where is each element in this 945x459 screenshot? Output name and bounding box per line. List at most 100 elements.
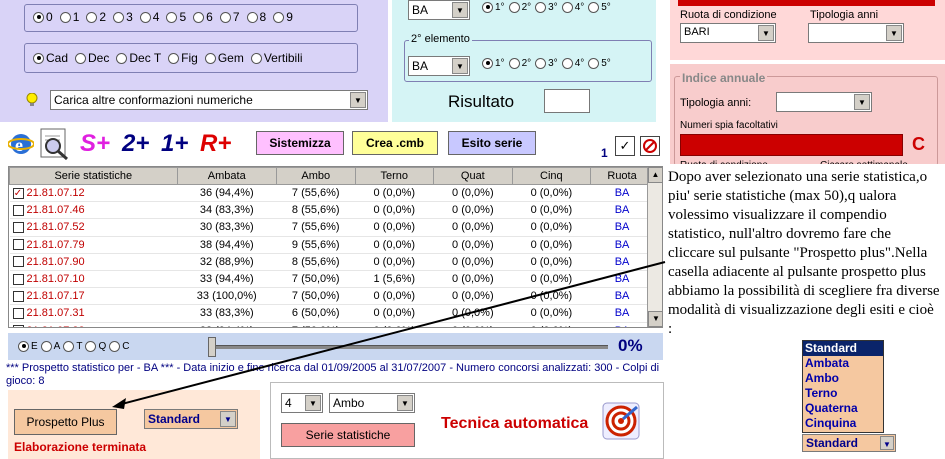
uncheck-all-icon[interactable] [640,136,660,156]
column-header[interactable]: Cinq [511,167,592,185]
type-radio[interactable] [204,52,216,64]
search-document-icon[interactable] [38,128,72,163]
digit-radio[interactable] [219,11,231,23]
digit-radio[interactable] [193,11,205,23]
two-plus-button[interactable]: 2+ [122,130,149,158]
second-position-radio[interactable] [508,57,520,69]
mode-option[interactable]: Terno [803,386,883,401]
r-plus-button[interactable]: R+ [200,130,231,158]
table-row[interactable]: ✓ 21.81.07.12 36 (94,4%) 7 (55,6%) 0 (0,0%) 0… [9,184,654,203]
digit-radio[interactable] [139,11,151,23]
chevron-down-icon[interactable]: ▼ [350,92,366,108]
digit-radio[interactable] [273,11,285,23]
second-position-radio[interactable] [482,57,493,69]
column-header[interactable]: Quat [433,167,513,185]
type-radio[interactable] [33,52,44,64]
chevron-down-icon[interactable]: ▼ [880,436,894,450]
mode-option[interactable]: Ambata [803,356,883,371]
row-checkbox[interactable] [12,256,24,268]
digit-radio[interactable] [246,11,258,23]
second-position-radio[interactable] [535,57,547,69]
target-icon[interactable] [601,401,641,444]
spia-field[interactable] [680,134,903,156]
first-ruota-select[interactable]: BA ▼ [408,0,470,20]
type-radio[interactable] [116,52,128,64]
risultato-field[interactable] [544,89,590,113]
row-checkbox[interactable] [12,239,24,251]
tipologia-anni-select[interactable]: ▼ [808,23,904,43]
mode-option[interactable]: Standard [803,341,883,356]
prospetto-mode-select[interactable]: Standard ▼ [144,409,238,429]
row-checkbox[interactable] [12,325,24,327]
sistemizza-button[interactable]: Sistemizza [256,131,344,155]
table-row[interactable]: 21.81.07.17 33 (100,0%) 7 (50,0%) 0 (0,0%) 0… [9,287,654,306]
type-radio[interactable] [75,52,87,64]
chevron-down-icon[interactable]: ▼ [452,2,468,18]
filter-radio[interactable] [109,340,121,352]
chevron-down-icon[interactable]: ▼ [854,94,870,110]
progress-slider[interactable] [208,337,608,357]
first-position-radio[interactable] [482,1,493,13]
modes-listbox[interactable]: Standard Ambata Ambo Terno Quaterna Cinquina [802,340,884,433]
type-radio[interactable] [250,52,262,64]
table-row[interactable]: 21.81.07.46 34 (83,3%) 8 (55,6%) 0 (0,0%) 0 … [9,201,654,220]
column-header[interactable]: Serie statistiche [9,167,178,185]
row-checkbox[interactable] [12,222,24,234]
mode-option[interactable]: Quaterna [803,401,883,416]
second-ruota-select[interactable]: BA ▼ [408,56,470,76]
sorte-select[interactable]: Ambo ▼ [329,393,415,413]
table-row[interactable]: 21.81.07.90 32 (88,9%) 8 (55,6%) 0 (0,0%) 0 … [9,253,654,271]
serie-statistiche-button[interactable]: Serie statistiche [281,423,415,447]
chevron-down-icon[interactable]: ▼ [758,25,774,41]
second-position-radio[interactable] [588,57,600,69]
type-radio[interactable] [168,52,180,64]
check-all-button[interactable]: ✓ [615,136,635,156]
mode-option[interactable]: Cinquina [803,416,883,431]
scroll-up-icon[interactable]: ▲ [648,167,662,183]
digit-radio[interactable] [166,11,178,23]
digit-radio[interactable] [86,11,98,23]
digit-radio[interactable] [59,11,71,23]
row-checkbox[interactable] [12,273,24,285]
chevron-down-icon[interactable]: ▼ [452,58,468,74]
num-select[interactable]: 4 ▼ [281,393,323,413]
browser-icon[interactable]: e [7,130,35,161]
chevron-down-icon[interactable]: ▼ [886,25,902,41]
mode-option[interactable]: Ambo [803,371,883,386]
first-position-radio[interactable] [561,1,573,13]
row-checkbox[interactable]: ✓ [12,187,24,199]
digit-radio[interactable] [113,11,125,23]
table-row[interactable]: 21.81.07.79 38 (94,4%) 9 (55,6%) 0 (0,0%) 0 … [9,236,654,254]
first-position-radio[interactable] [535,1,547,13]
filter-radio[interactable] [40,340,52,352]
indice-tipologia-select[interactable]: ▼ [776,92,872,112]
second-position-radio[interactable] [561,57,573,69]
prospetto-plus-button[interactable]: Prospetto Plus [14,409,117,435]
table-row[interactable]: 21.81.07.52 30 (83,3%) 7 (55,6%) 0 (0,0%) 0 … [9,218,654,237]
digit-radio[interactable] [33,11,44,23]
row-checkbox[interactable] [12,204,24,216]
slider-thumb[interactable] [208,337,216,357]
column-header[interactable]: Ambo [276,167,356,185]
one-plus-button[interactable]: 1+ [161,130,188,158]
ruota-condizione-select[interactable]: BARI ▼ [680,23,776,43]
first-position-radio[interactable] [508,1,520,13]
filter-radio[interactable] [63,340,75,352]
filter-radio[interactable] [85,340,97,352]
c-button[interactable]: C [912,134,925,155]
crea-cmb-button[interactable]: Crea .cmb [352,131,438,155]
s-plus-button[interactable]: S+ [80,130,110,158]
esito-serie-button[interactable]: Esito serie [448,131,536,155]
chevron-down-icon[interactable]: ▼ [305,395,321,411]
chevron-down-icon[interactable]: ▼ [397,395,413,411]
table-row[interactable]: 21.81.07.10 33 (94,4%) 7 (50,0%) 1 (5,6%) 0 … [9,270,654,289]
row-checkbox[interactable] [12,290,24,302]
conformazioni-select[interactable]: Carica altre conformazioni numeriche ▼ [50,90,368,110]
chevron-down-icon[interactable]: ▼ [220,411,236,427]
column-header[interactable]: Ruota [590,167,654,185]
first-position-radio[interactable] [588,1,600,13]
table-row[interactable]: 21.81.07.3233 (94,4%)7 (50,0%)0 (0,0%)0 … [9,322,654,327]
scroll-down-icon[interactable]: ▼ [648,311,662,327]
filter-radio[interactable] [18,340,29,352]
table-row[interactable]: 21.81.07.31 33 (83,3%) 6 (50,0%) 0 (0,0%) 0 … [9,304,654,323]
